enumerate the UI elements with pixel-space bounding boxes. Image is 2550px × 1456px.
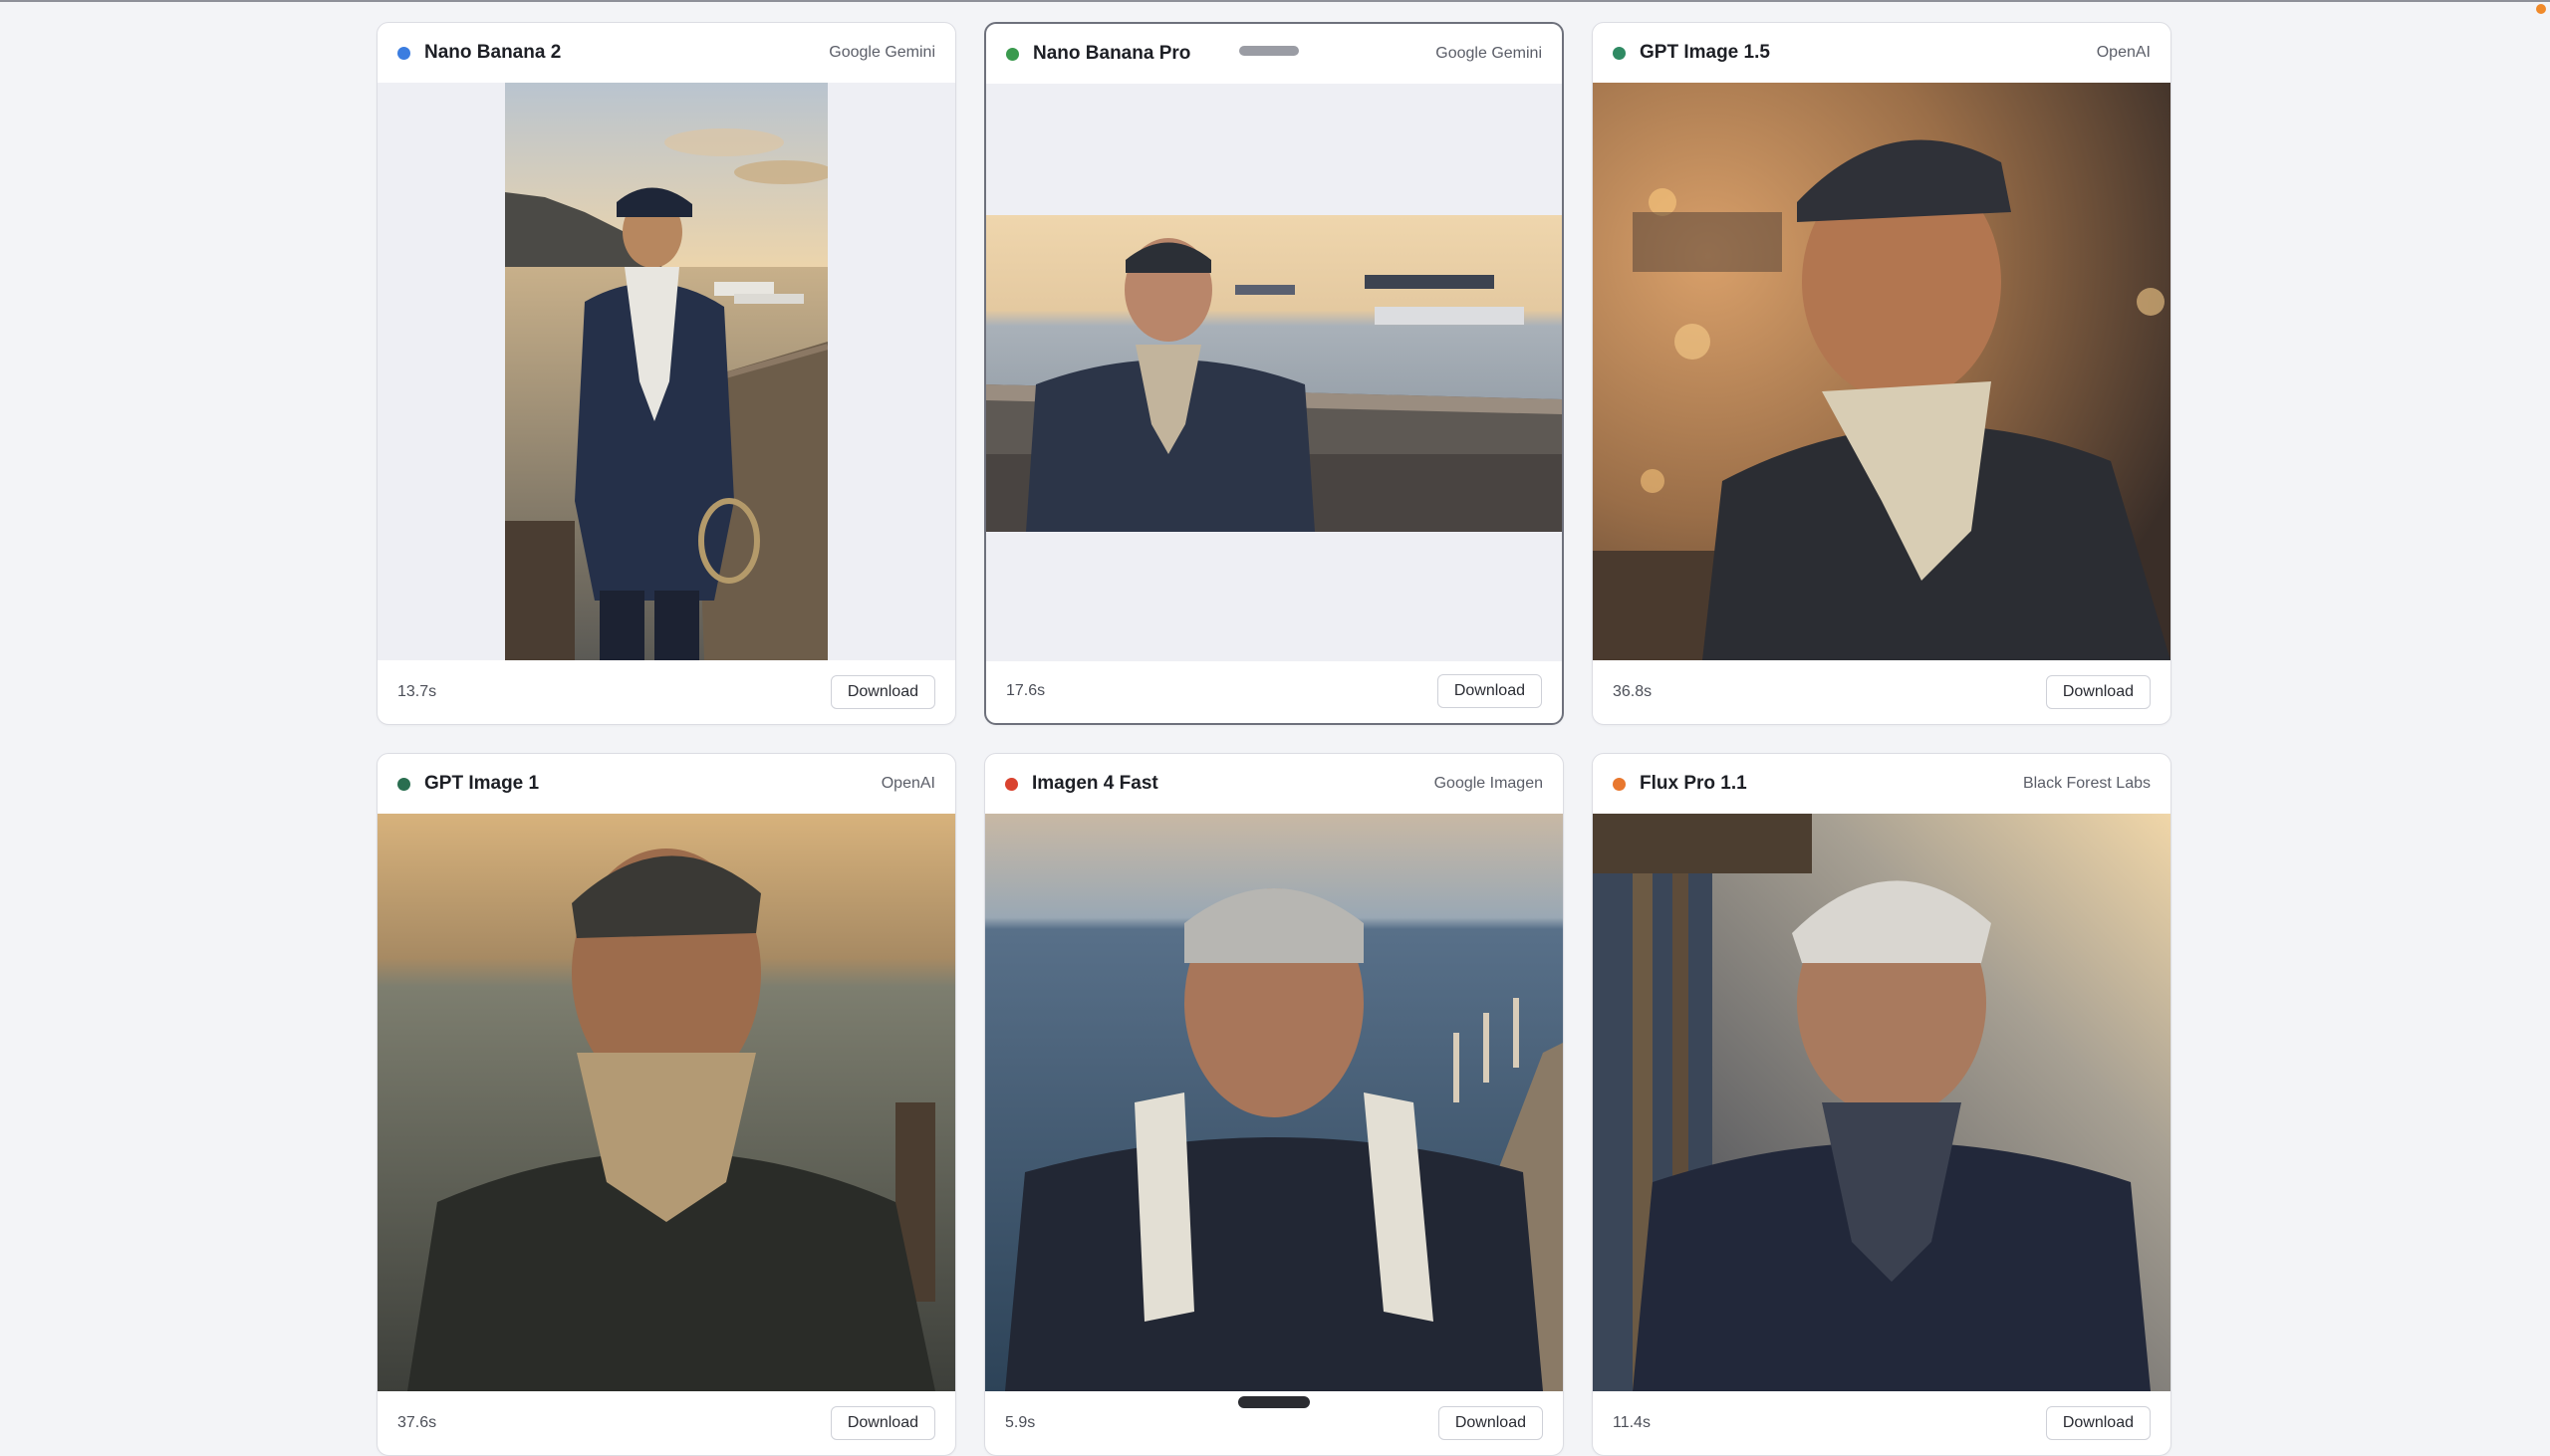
status-dot <box>1613 46 1626 60</box>
card-header: Nano Banana 2 Google Gemini <box>378 23 955 83</box>
card-header: GPT Image 1 OpenAI <box>378 754 955 814</box>
card-header: Nano Banana Pro Google Gemini <box>986 24 1562 84</box>
result-card[interactable]: Nano Banana Pro Google Gemini 17.6s Down… <box>984 22 1564 725</box>
download-button[interactable]: Download <box>2045 675 2151 709</box>
card-footer: 13.7s Download <box>378 660 955 724</box>
result-card[interactable]: Flux Pro 1.1 Black Forest Labs 11.4s Dow… <box>1592 753 2171 1456</box>
drag-handle[interactable] <box>1238 1396 1310 1408</box>
provider-label: Black Forest Labs <box>2022 775 2151 792</box>
model-name: GPT Image 1 <box>424 773 540 794</box>
download-button[interactable]: Download <box>1436 674 1542 708</box>
image-area <box>1593 814 2170 1391</box>
card-footer: 36.8s Download <box>1593 660 2170 724</box>
provider-label: Google Gemini <box>829 44 935 61</box>
result-card[interactable]: GPT Image 1 OpenAI 37.6s Download <box>377 753 956 1456</box>
status-dot <box>1613 777 1626 791</box>
card-header: GPT Image 1.5 OpenAI <box>1593 23 2170 83</box>
status-dot <box>1005 777 1018 791</box>
provider-label: Google Gemini <box>1435 45 1542 62</box>
generated-image[interactable] <box>378 814 955 1391</box>
model-name: Nano Banana Pro <box>1033 43 1191 64</box>
card-footer: 37.6s Download <box>378 1391 955 1455</box>
status-dot <box>1006 47 1019 61</box>
card-footer: 17.6s Download <box>986 659 1562 723</box>
card-header: Flux Pro 1.1 Black Forest Labs <box>1593 754 2170 814</box>
generation-time: 36.8s <box>1613 683 1653 700</box>
image-area <box>986 84 1562 661</box>
image-area <box>378 814 955 1391</box>
result-card[interactable]: GPT Image 1.5 OpenAI 36.8s Download <box>1592 22 2171 725</box>
status-dot <box>397 46 410 60</box>
results-grid: Nano Banana 2 Google Gemini 13.7s Downlo… <box>377 22 2171 1456</box>
provider-label: Google Imagen <box>1433 775 1543 792</box>
status-dot <box>397 777 410 791</box>
generated-image[interactable] <box>985 814 1563 1391</box>
window-top-border <box>0 0 2550 2</box>
image-area <box>985 814 1563 1391</box>
generated-image[interactable] <box>505 83 828 660</box>
provider-label: OpenAI <box>2096 44 2151 61</box>
download-button[interactable]: Download <box>830 675 935 709</box>
notification-dot <box>2536 4 2546 14</box>
model-name: Flux Pro 1.1 <box>1640 773 1747 794</box>
generation-time: 11.4s <box>1613 1414 1651 1431</box>
generation-time: 37.6s <box>397 1414 437 1431</box>
image-area <box>1593 83 2170 660</box>
result-card[interactable]: Imagen 4 Fast Google Imagen 5.9s Downloa… <box>984 753 1564 1456</box>
card-header: Imagen 4 Fast Google Imagen <box>985 754 1563 814</box>
download-button[interactable]: Download <box>2045 1406 2151 1440</box>
generation-time: 17.6s <box>1006 682 1046 699</box>
image-area <box>378 83 955 660</box>
generation-time: 5.9s <box>1005 1414 1036 1431</box>
generated-image[interactable] <box>986 215 1562 532</box>
generation-time: 13.7s <box>397 683 437 700</box>
model-name: Imagen 4 Fast <box>1032 773 1158 794</box>
download-button[interactable]: Download <box>1437 1406 1543 1440</box>
generated-image[interactable] <box>1593 83 2170 660</box>
provider-label: OpenAI <box>881 775 935 792</box>
generated-image[interactable] <box>1593 814 2170 1391</box>
model-name: Nano Banana 2 <box>424 42 562 63</box>
download-button[interactable]: Download <box>830 1406 935 1440</box>
card-footer: 11.4s Download <box>1593 1391 2170 1455</box>
result-card[interactable]: Nano Banana 2 Google Gemini 13.7s Downlo… <box>377 22 956 725</box>
model-name: GPT Image 1.5 <box>1640 42 1770 63</box>
